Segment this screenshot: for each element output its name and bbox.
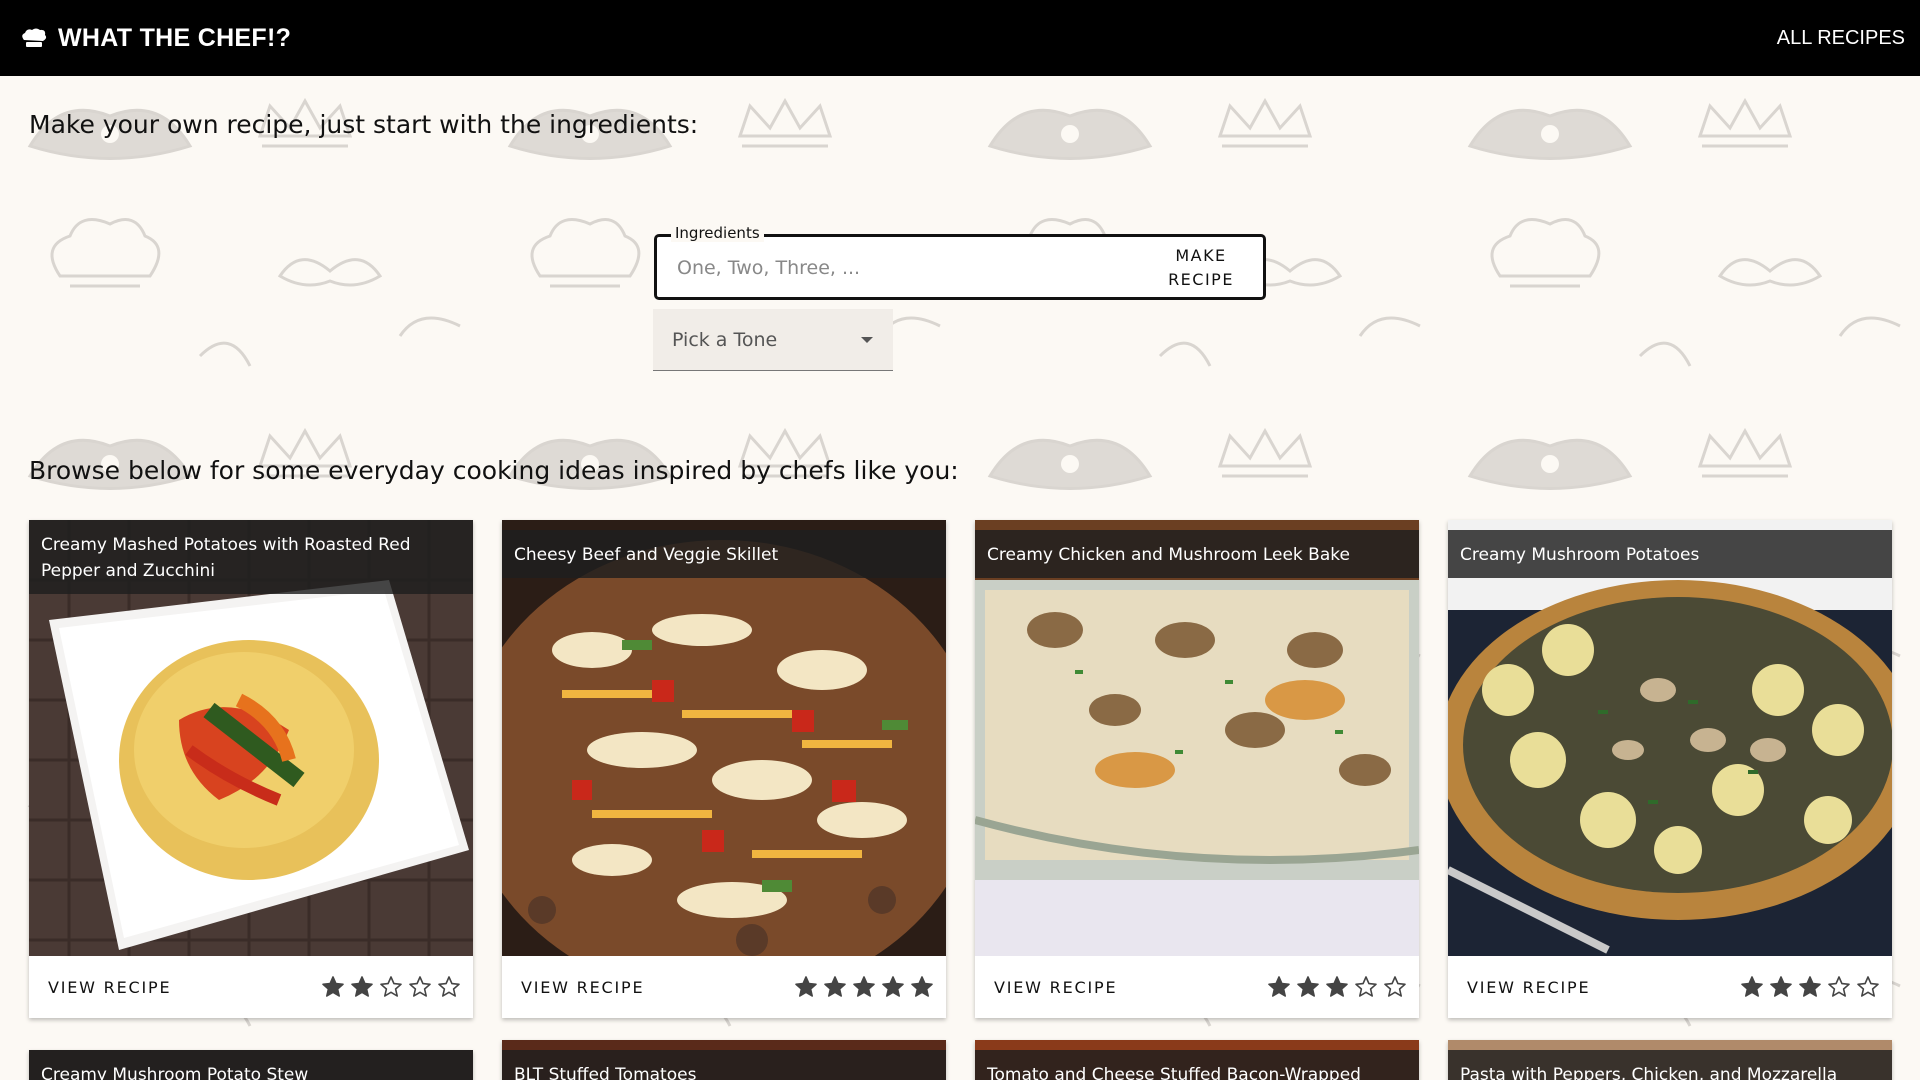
star-filled-icon[interactable]: [823, 975, 847, 999]
make-recipe-intro: Make your own recipe, just start with th…: [29, 110, 699, 139]
view-recipe-button[interactable]: VIEW RECIPE: [994, 978, 1117, 997]
star-filled-icon[interactable]: [1325, 975, 1349, 999]
recipe-card: Creamy Chicken and Mushroom Leek Bake VI…: [975, 520, 1419, 1018]
star-outline-icon[interactable]: [408, 975, 432, 999]
chef-hat-icon: [20, 27, 48, 49]
recipe-title: Creamy Mushroom Potatoes: [1448, 530, 1892, 578]
caret-down-icon: [861, 336, 873, 343]
recipe-title: Cheesy Beef and Veggie Skillet: [502, 530, 946, 578]
recipe-title: BLT Stuffed Tomatoes: [502, 1050, 946, 1080]
star-filled-icon[interactable]: [881, 975, 905, 999]
browse-heading: Browse below for some everyday cooking i…: [29, 456, 959, 485]
tone-select-label: Pick a Tone: [672, 328, 778, 351]
star-filled-icon[interactable]: [1769, 975, 1793, 999]
recipe-card: Creamy Mushroom Potato Stew: [29, 1050, 473, 1080]
star-outline-icon[interactable]: [437, 975, 461, 999]
make-recipe-button[interactable]: MAKE RECIPE: [1151, 243, 1251, 293]
card-actions: VIEW RECIPE: [1448, 956, 1892, 1018]
star-outline-icon[interactable]: [1383, 975, 1407, 999]
star-outline-icon[interactable]: [1827, 975, 1851, 999]
recipe-title: Creamy Chicken and Mushroom Leek Bake: [975, 530, 1419, 578]
recipe-title: Creamy Mushroom Potato Stew: [29, 1050, 473, 1080]
star-filled-icon[interactable]: [1296, 975, 1320, 999]
star-filled-icon[interactable]: [1267, 975, 1291, 999]
star-filled-icon[interactable]: [910, 975, 934, 999]
star-filled-icon[interactable]: [350, 975, 374, 999]
recipe-card: Creamy Mushroom Potatoes VIEW RECIPE: [1448, 520, 1892, 1018]
nav-all-recipes[interactable]: ALL RECIPES: [1777, 27, 1905, 50]
view-recipe-button[interactable]: VIEW RECIPE: [521, 978, 644, 997]
recipe-title: Creamy Mashed Potatoes with Roasted Red …: [29, 520, 473, 594]
view-recipe-button[interactable]: VIEW RECIPE: [48, 978, 171, 997]
ingredients-label: Ingredients: [671, 224, 764, 242]
recipe-card: Tomato and Cheese Stuffed Bacon-Wrapped: [975, 1040, 1419, 1080]
star-outline-icon[interactable]: [1856, 975, 1880, 999]
star-outline-icon[interactable]: [379, 975, 403, 999]
ingredients-input[interactable]: [677, 249, 1127, 287]
tone-select[interactable]: Pick a Tone: [653, 309, 893, 371]
top-app-bar: WHAT THE CHEF!? ALL RECIPES: [0, 0, 1920, 76]
star-filled-icon[interactable]: [321, 975, 345, 999]
recipe-card: Cheesy Beef and Veggie Skillet VIEW RECI…: [502, 520, 946, 1018]
card-actions: VIEW RECIPE: [975, 956, 1419, 1018]
view-recipe-button[interactable]: VIEW RECIPE: [1467, 978, 1590, 997]
star-outline-icon[interactable]: [1354, 975, 1378, 999]
app-title[interactable]: WHAT THE CHEF!?: [58, 24, 291, 53]
recipe-card: BLT Stuffed Tomatoes: [502, 1040, 946, 1080]
star-filled-icon[interactable]: [852, 975, 876, 999]
brand[interactable]: WHAT THE CHEF!?: [20, 24, 291, 53]
rating-stars[interactable]: [321, 975, 461, 999]
recipe-image[interactable]: [502, 520, 946, 956]
recipe-title: Tomato and Cheese Stuffed Bacon-Wrapped: [975, 1050, 1419, 1080]
recipe-card: Creamy Mashed Potatoes with Roasted Red …: [29, 520, 473, 1018]
recipe-card: Pasta with Peppers, Chicken, and Mozzare…: [1448, 1040, 1892, 1080]
star-filled-icon[interactable]: [1798, 975, 1822, 999]
card-actions: VIEW RECIPE: [29, 956, 473, 1018]
recipe-image[interactable]: [1448, 520, 1892, 956]
star-filled-icon[interactable]: [794, 975, 818, 999]
star-filled-icon[interactable]: [1740, 975, 1764, 999]
recipe-image[interactable]: [975, 520, 1419, 956]
rating-stars[interactable]: [1267, 975, 1407, 999]
rating-stars[interactable]: [794, 975, 934, 999]
ingredients-field[interactable]: Ingredients MAKERECIPE: [654, 224, 1266, 300]
recipe-title: Pasta with Peppers, Chicken, and Mozzare…: [1448, 1050, 1892, 1080]
rating-stars[interactable]: [1740, 975, 1880, 999]
card-actions: VIEW RECIPE: [502, 956, 946, 1018]
